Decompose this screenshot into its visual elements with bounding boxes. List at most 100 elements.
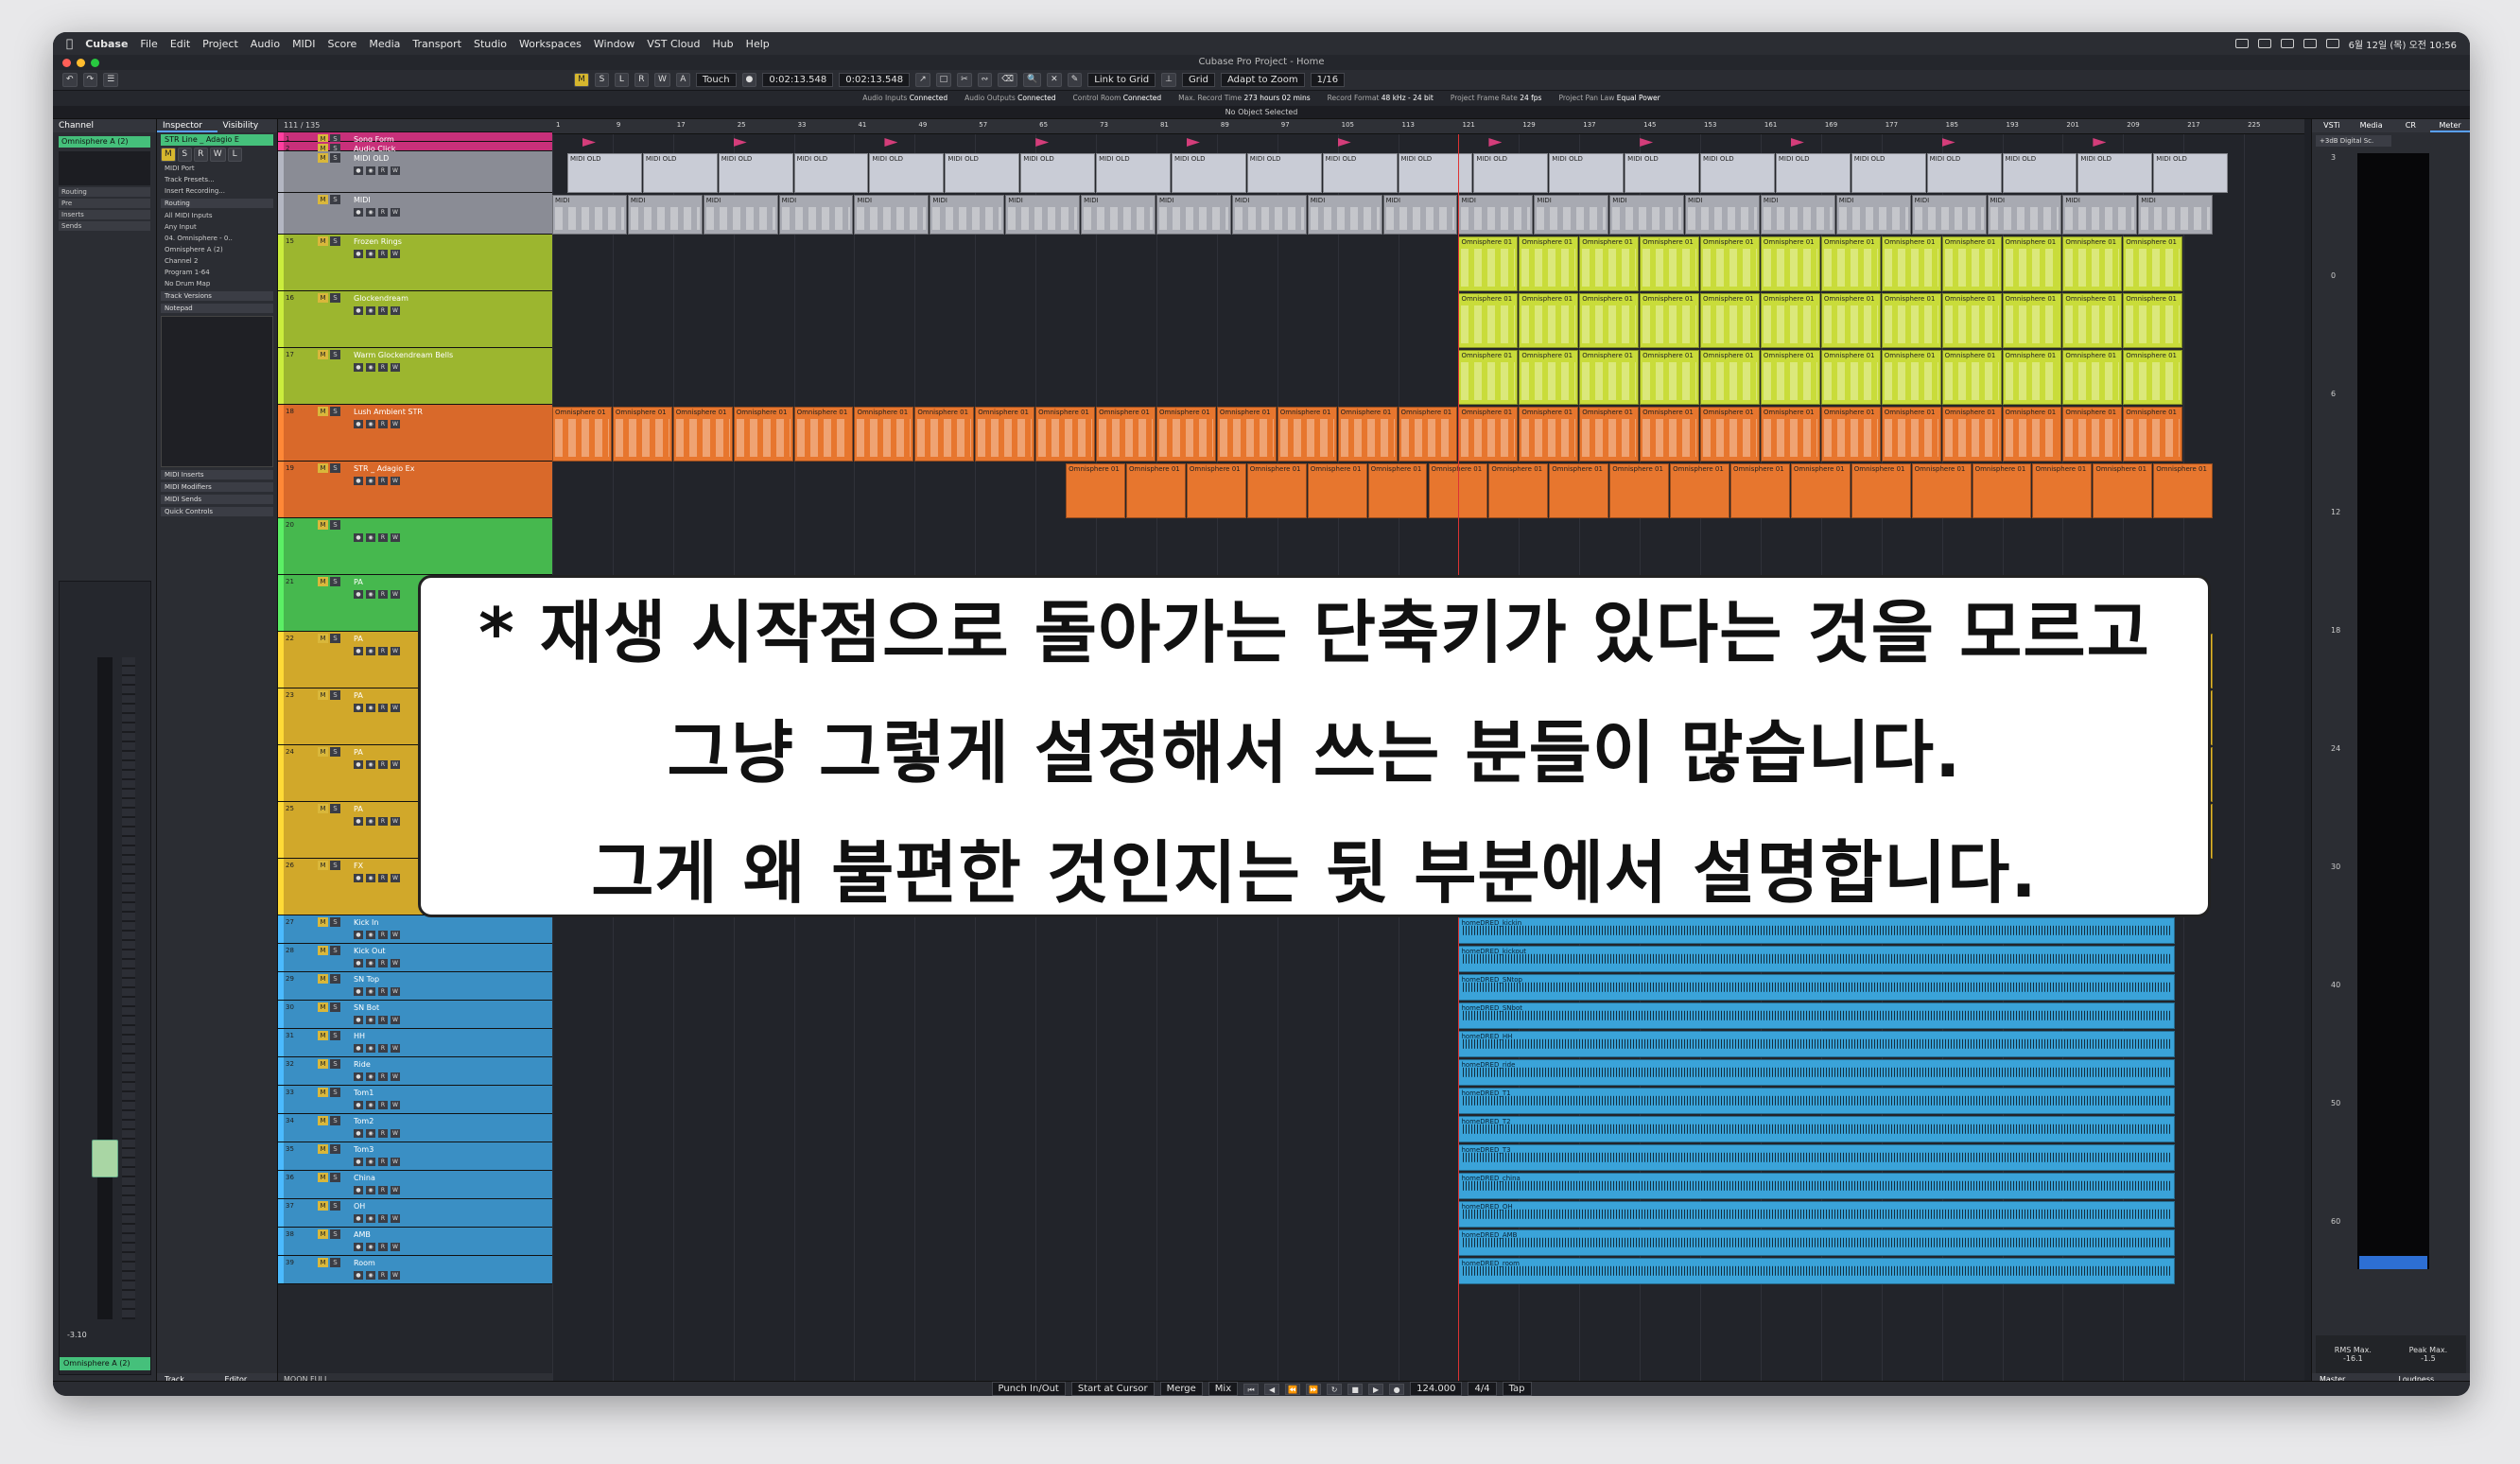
midi-old-part[interactable]: MIDI OLD <box>2153 153 2229 193</box>
menu-score[interactable]: Score <box>328 38 357 50</box>
section-pre[interactable]: Pre <box>59 199 150 208</box>
omnisphere-part[interactable]: Omnisphere 01 <box>1609 463 1670 518</box>
write-button[interactable]: W <box>391 1158 400 1166</box>
status-icon[interactable] <box>2280 39 2294 48</box>
track-name[interactable]: Kick Out <box>354 947 386 955</box>
write-button[interactable]: W <box>391 959 400 967</box>
track-row[interactable]: 32 M S Ride ● ◉ R W <box>278 1057 552 1086</box>
omnisphere-part[interactable]: Omnisphere 01 <box>1760 407 1820 462</box>
omnisphere-part[interactable]: Omnisphere 01 <box>1096 407 1156 462</box>
midi-old-part[interactable]: MIDI OLD <box>642 153 718 193</box>
track-name[interactable]: PA <box>354 578 363 586</box>
insert-recording[interactable]: Insert Recording... <box>161 186 273 196</box>
omnisphere-part[interactable]: Omnisphere 01 <box>1972 463 2032 518</box>
monitor-icon[interactable]: ◉ <box>366 1214 375 1223</box>
record-enable-icon[interactable]: ● <box>354 1271 363 1280</box>
clock[interactable]: 6월 12일 (목) 오전 10:56 <box>2349 37 2457 51</box>
track-name[interactable]: HH <box>354 1032 365 1040</box>
write-button[interactable]: W <box>391 533 400 542</box>
midi-part[interactable]: MIDI <box>1231 195 1307 235</box>
monitor-icon[interactable]: ◉ <box>366 590 375 599</box>
midi-part[interactable]: MIDI <box>1156 195 1231 235</box>
solo-button[interactable]: S <box>330 195 340 204</box>
monitor-icon[interactable]: ◉ <box>366 874 375 882</box>
audio-event[interactable]: homeDRED_T1 <box>1458 1088 2176 1114</box>
menu-workspaces[interactable]: Workspaces <box>519 38 582 50</box>
read-button[interactable]: R <box>378 590 388 599</box>
track-row[interactable]: 30 M S SN Bot ● ◉ R W <box>278 1001 552 1029</box>
record-enable-icon[interactable]: ● <box>354 1016 363 1024</box>
track-row[interactable]: 20 M S ● ◉ R W <box>278 518 552 575</box>
omnisphere-part[interactable]: Omnisphere 01 <box>1519 293 1579 348</box>
record-enable-icon[interactable]: ● <box>354 931 363 939</box>
mute-button[interactable]: M <box>318 1229 328 1239</box>
midi-old-part[interactable]: MIDI OLD <box>869 153 945 193</box>
mute-button[interactable]: M <box>318 1088 328 1097</box>
mute-button[interactable]: M <box>318 1059 328 1069</box>
midi-old-part[interactable]: MIDI OLD <box>2077 153 2153 193</box>
omnisphere-part[interactable]: Omnisphere 01 <box>1640 293 1700 348</box>
write-button[interactable]: W <box>391 1016 400 1024</box>
record-enable-icon[interactable]: ● <box>354 647 363 655</box>
write-button[interactable]: W <box>391 477 400 485</box>
track-name[interactable]: MIDI OLD <box>354 154 389 163</box>
solo-button[interactable]: S <box>330 1144 340 1154</box>
write-button[interactable]: W <box>391 1243 400 1251</box>
omnisphere-part[interactable]: Omnisphere 01 <box>612 407 672 462</box>
read-button[interactable]: R <box>378 1214 388 1223</box>
apple-icon[interactable]:  <box>66 37 73 50</box>
omnisphere-part[interactable]: Omnisphere 01 <box>1911 463 1972 518</box>
midi-old-part[interactable]: MIDI OLD <box>1020 153 1096 193</box>
track-presets[interactable]: Track Presets... <box>161 175 273 184</box>
primary-time-display[interactable]: 0:02:13.548 <box>762 73 834 87</box>
menu-studio[interactable]: Studio <box>474 38 507 50</box>
omnisphere-part[interactable]: Omnisphere 01 <box>1760 293 1820 348</box>
midi-old-part[interactable]: MIDI OLD <box>566 153 642 193</box>
record-enable-icon[interactable]: ● <box>354 590 363 599</box>
track-row[interactable]: 27 M S Kick In ● ◉ R W <box>278 915 552 944</box>
omnisphere-part[interactable]: Omnisphere 01 <box>2062 293 2123 348</box>
audio-event[interactable]: homeDRED_kickin <box>1458 917 2176 944</box>
adapt-to-zoom-select[interactable]: Adapt to Zoom <box>1220 73 1305 87</box>
track-row[interactable]: 17 M S Warm Glockendream Bells ● ◉ R W <box>278 348 552 405</box>
omnisphere-part[interactable]: Omnisphere 01 <box>1458 407 1519 462</box>
solo-button[interactable]: S <box>330 804 340 813</box>
midi-part[interactable]: MIDI <box>1609 195 1685 235</box>
read-button[interactable]: R <box>378 306 388 315</box>
monitor-icon[interactable]: ◉ <box>366 1186 375 1194</box>
track-name[interactable]: Tom1 <box>354 1089 374 1097</box>
omnisphere-part[interactable]: Omnisphere 01 <box>1881 236 1941 291</box>
monitor-icon[interactable]: ◉ <box>366 306 375 315</box>
track-name[interactable]: Warm Glockendream Bells <box>354 351 453 359</box>
omnisphere-part[interactable]: Omnisphere 01 <box>1820 350 1881 405</box>
notepad-area[interactable] <box>161 316 273 467</box>
monitor-icon[interactable]: ◉ <box>366 363 375 372</box>
tab-cr[interactable]: CR <box>2391 119 2431 132</box>
track-name[interactable]: SN Top <box>354 975 379 984</box>
solo-button[interactable]: S <box>330 946 340 955</box>
omnisphere-part[interactable]: Omnisphere 01 <box>2062 407 2123 462</box>
record-enable-icon[interactable]: ● <box>354 250 363 258</box>
midi-old-part[interactable]: MIDI OLD <box>1775 153 1851 193</box>
midi-part[interactable]: MIDI <box>1382 195 1458 235</box>
omnisphere-part[interactable]: Omnisphere 01 <box>1640 407 1700 462</box>
track-name[interactable]: PA <box>354 748 363 757</box>
omnisphere-part[interactable]: Omnisphere 01 <box>2002 236 2062 291</box>
read-button[interactable]: R <box>378 874 388 882</box>
midi-part[interactable]: MIDI <box>1005 195 1081 235</box>
track-name[interactable]: SN Bot <box>354 1003 379 1012</box>
omnisphere-part[interactable]: Omnisphere 01 <box>1729 463 1790 518</box>
undo-icon[interactable]: ↶ <box>62 73 78 87</box>
midi-old-part[interactable]: MIDI OLD <box>1096 153 1171 193</box>
solo-button[interactable]: S <box>330 1059 340 1069</box>
omnisphere-part[interactable]: Omnisphere 01 <box>1519 407 1579 462</box>
record-enable-icon[interactable]: ● <box>354 1243 363 1251</box>
record-enable-icon[interactable]: ● <box>354 306 363 315</box>
omnisphere-part[interactable]: Omnisphere 01 <box>1398 407 1458 462</box>
monitor-icon[interactable]: ◉ <box>366 931 375 939</box>
tab-channel[interactable]: Channel <box>53 119 156 132</box>
omnisphere-part[interactable]: Omnisphere 01 <box>1186 463 1246 518</box>
omnisphere-part[interactable]: Omnisphere 01 <box>2062 350 2123 405</box>
mute-button[interactable]: M <box>318 520 328 530</box>
mute-button[interactable]: M <box>318 917 328 927</box>
